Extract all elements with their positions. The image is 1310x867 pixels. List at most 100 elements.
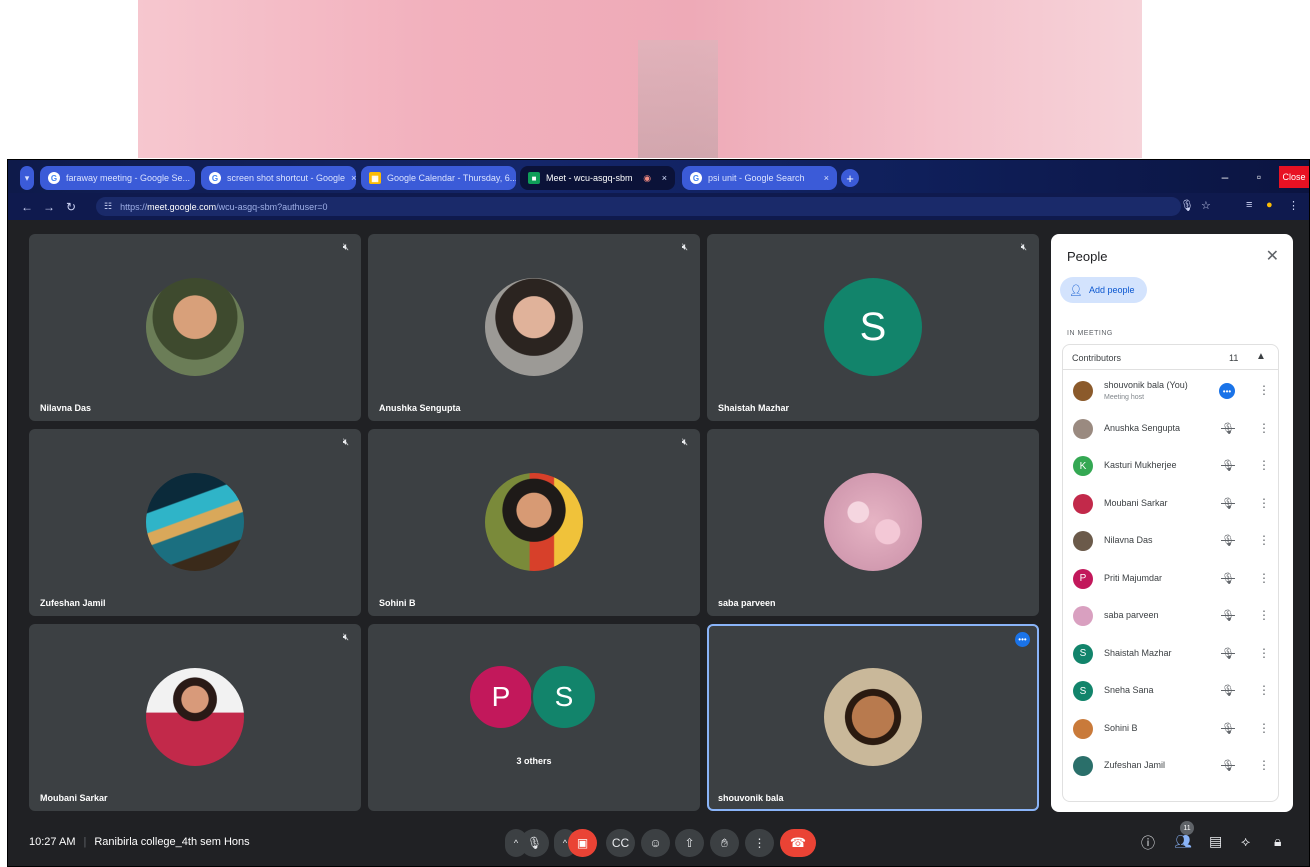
more-actions-icon[interactable]: ⋮ bbox=[1258, 758, 1270, 772]
more-actions-icon[interactable]: ⋮ bbox=[1258, 496, 1270, 510]
more-options-button[interactable]: ⋮ bbox=[745, 829, 774, 857]
more-actions-icon[interactable]: ⋮ bbox=[1258, 571, 1270, 585]
tab-meet[interactable]: ■ Meet - wcu-asgq-sbm ◉ × bbox=[520, 166, 675, 190]
end-call-button[interactable]: ☎ bbox=[780, 829, 816, 857]
camera-off-button[interactable]: ▣ bbox=[568, 829, 597, 857]
reload-icon[interactable]: ↻ bbox=[60, 200, 82, 214]
mic-off-icon[interactable]: 🎙 bbox=[1221, 422, 1235, 435]
mic-off-icon[interactable]: 🎙 bbox=[1221, 609, 1235, 622]
mic-off-icon[interactable]: 🎙 bbox=[1221, 684, 1235, 697]
activities-icon[interactable]: ⟡ bbox=[1241, 833, 1250, 850]
participant-name: Sneha Sana bbox=[1104, 685, 1154, 695]
close-button[interactable]: Close bbox=[1279, 166, 1309, 188]
new-tab-button[interactable]: + bbox=[841, 169, 859, 187]
mic-off-icon: 🔇︎ bbox=[1020, 242, 1027, 253]
close-panel-icon[interactable]: ✕ bbox=[1266, 246, 1279, 266]
more-actions-icon[interactable]: ⋮ bbox=[1258, 721, 1270, 735]
more-actions-icon[interactable]: ⋮ bbox=[1258, 646, 1270, 660]
participant-list-item[interactable]: shouvonik bala (You) Meeting host ••• ⋮ bbox=[1063, 373, 1278, 409]
media-control-icon[interactable]: ≡ bbox=[1246, 199, 1252, 211]
captions-button[interactable]: CC bbox=[606, 829, 635, 857]
mic-off-icon[interactable]: 🎙 bbox=[1221, 722, 1235, 735]
participant-list-item[interactable]: saba parveen 🎙 ⋮ bbox=[1063, 598, 1278, 634]
more-actions-icon[interactable]: ⋮ bbox=[1258, 683, 1270, 697]
participant-tile[interactable]: 🔇︎ Moubani Sarkar bbox=[29, 624, 361, 811]
profile-icon[interactable]: ● bbox=[1266, 199, 1273, 211]
tab-close-icon[interactable]: × bbox=[818, 173, 829, 183]
participant-list-item[interactable]: Nilavna Das 🎙 ⋮ bbox=[1063, 523, 1278, 559]
meeting-info-icon[interactable]: ⓘ bbox=[1141, 833, 1155, 853]
mic-off-icon[interactable]: 🎙 bbox=[1221, 534, 1235, 547]
avatar bbox=[146, 473, 244, 571]
tab-google-calendar[interactable]: ▦Google Calendar - Thursday, 6...× bbox=[361, 166, 516, 190]
google-icon: G bbox=[48, 172, 60, 184]
avatar bbox=[485, 278, 583, 376]
avatar bbox=[485, 473, 583, 571]
mic-off-icon[interactable]: 🎙 bbox=[1221, 497, 1235, 510]
participant-role: Meeting host bbox=[1104, 394, 1145, 401]
participant-list-item[interactable]: Moubani Sarkar 🎙 ⋮ bbox=[1063, 486, 1278, 522]
microphone-button[interactable]: 🎙 bbox=[520, 829, 549, 857]
tab-close-icon[interactable]: × bbox=[345, 173, 356, 183]
url-input[interactable]: ☷ https://meet.google.com/wcu-asgq-sbm?a… bbox=[96, 197, 1181, 216]
video-grid: 🔇︎ Nilavna Das 🔇︎ Anushka Sengupta 🔇︎ S … bbox=[26, 234, 1040, 812]
more-options-icon[interactable]: ••• bbox=[1015, 632, 1030, 647]
participants-badge: 11 bbox=[1180, 821, 1194, 835]
more-actions-icon[interactable]: ⋮ bbox=[1258, 533, 1270, 547]
tab-search-button[interactable]: ▾ bbox=[20, 166, 34, 190]
menu-icon[interactable]: ⋮ bbox=[1288, 199, 1299, 212]
mic-icon[interactable]: 🎙 bbox=[1180, 199, 1194, 212]
mic-off-icon[interactable]: 🎙 bbox=[1221, 759, 1235, 772]
participant-list-item[interactable]: Anushka Sengupta 🎙 ⋮ bbox=[1063, 411, 1278, 447]
tab-psi-unit[interactable]: Gpsi unit - Google Search × bbox=[682, 166, 837, 190]
participant-tile[interactable]: 🔇︎ Zufeshan Jamil bbox=[29, 429, 361, 616]
tab-screenshot-shortcut[interactable]: Gscreen shot shortcut - Google × bbox=[201, 166, 356, 190]
bookmark-star-icon[interactable]: ☆ bbox=[1201, 199, 1211, 212]
participant-name: shouvonik bala (You) bbox=[1104, 380, 1188, 390]
chat-icon[interactable]: ▤ bbox=[1209, 833, 1222, 850]
back-icon[interactable]: ← bbox=[16, 200, 38, 214]
meeting-name: Ranibirla college_4th sem Hons bbox=[94, 836, 250, 848]
tab-faraway-meeting[interactable]: Gfaraway meeting - Google Se...× bbox=[40, 166, 195, 190]
tab-close-icon[interactable]: × bbox=[656, 173, 667, 183]
mic-off-icon[interactable]: 🎙 bbox=[1221, 647, 1235, 660]
others-tile[interactable]: P S 3 others bbox=[368, 624, 700, 811]
tab-close-icon[interactable]: × bbox=[190, 173, 195, 183]
participant-tile[interactable]: saba parveen bbox=[707, 429, 1039, 616]
participant-list-item[interactable]: K Kasturi Mukherjee 🎙 ⋮ bbox=[1063, 448, 1278, 484]
participant-tile[interactable]: 🔇︎ Sohini B bbox=[368, 429, 700, 616]
participant-tile[interactable]: 🔇︎ Nilavna Das bbox=[29, 234, 361, 421]
participant-list-item[interactable]: Sohini B 🎙 ⋮ bbox=[1063, 711, 1278, 747]
host-controls-icon[interactable]: 🔒︎ bbox=[1274, 833, 1281, 850]
more-actions-icon[interactable]: ⋮ bbox=[1258, 458, 1270, 472]
add-people-button[interactable]: 👤︎ Add people bbox=[1060, 277, 1147, 303]
participant-tile[interactable]: 🔇︎ Anushka Sengupta bbox=[368, 234, 700, 421]
participant-tile-self[interactable]: ••• shouvonik bala bbox=[707, 624, 1039, 811]
participant-tile[interactable]: 🔇︎ S Shaistah Mazhar bbox=[707, 234, 1039, 421]
raise-hand-button[interactable]: ✋︎ bbox=[710, 829, 739, 857]
maximize-button[interactable]: ▫ bbox=[1245, 166, 1273, 188]
contributors-header[interactable]: Contributors 11 ▲ bbox=[1063, 345, 1278, 370]
participant-list-item[interactable]: P Priti Majumdar 🎙 ⋮ bbox=[1063, 561, 1278, 597]
more-actions-icon[interactable]: ⋮ bbox=[1258, 608, 1270, 622]
meeting-details: 10:27 AM | Ranibirla college_4th sem Hons bbox=[29, 836, 250, 848]
forward-icon[interactable]: → bbox=[38, 200, 60, 214]
participant-list-item[interactable]: S Sneha Sana 🎙 ⋮ bbox=[1063, 673, 1278, 709]
contributors-list: Contributors 11 ▲ shouvonik bala (You) Me… bbox=[1062, 344, 1279, 802]
mic-off-icon: 🔇︎ bbox=[342, 242, 349, 253]
minimize-button[interactable]: – bbox=[1211, 166, 1239, 188]
emoji-reaction-button[interactable]: ☺ bbox=[641, 829, 670, 857]
more-actions-icon[interactable]: ⋮ bbox=[1258, 383, 1270, 397]
site-info-icon[interactable]: ☷ bbox=[104, 201, 112, 212]
speaking-indicator-icon: ••• bbox=[1219, 383, 1235, 399]
participant-name: saba parveen bbox=[718, 598, 776, 608]
mic-off-icon[interactable]: 🎙 bbox=[1221, 459, 1235, 472]
avatar: S bbox=[1073, 681, 1093, 701]
people-icon[interactable]: 👥︎ bbox=[1174, 833, 1192, 850]
present-screen-button[interactable]: ⇧ bbox=[675, 829, 704, 857]
participant-list-item[interactable]: Zufeshan Jamil 🎙 ⋮ bbox=[1063, 748, 1278, 784]
more-actions-icon[interactable]: ⋮ bbox=[1258, 421, 1270, 435]
others-label: 3 others bbox=[516, 756, 552, 766]
mic-off-icon[interactable]: 🎙 bbox=[1221, 572, 1235, 585]
participant-list-item[interactable]: S Shaistah Mazhar 🎙 ⋮ bbox=[1063, 636, 1278, 672]
